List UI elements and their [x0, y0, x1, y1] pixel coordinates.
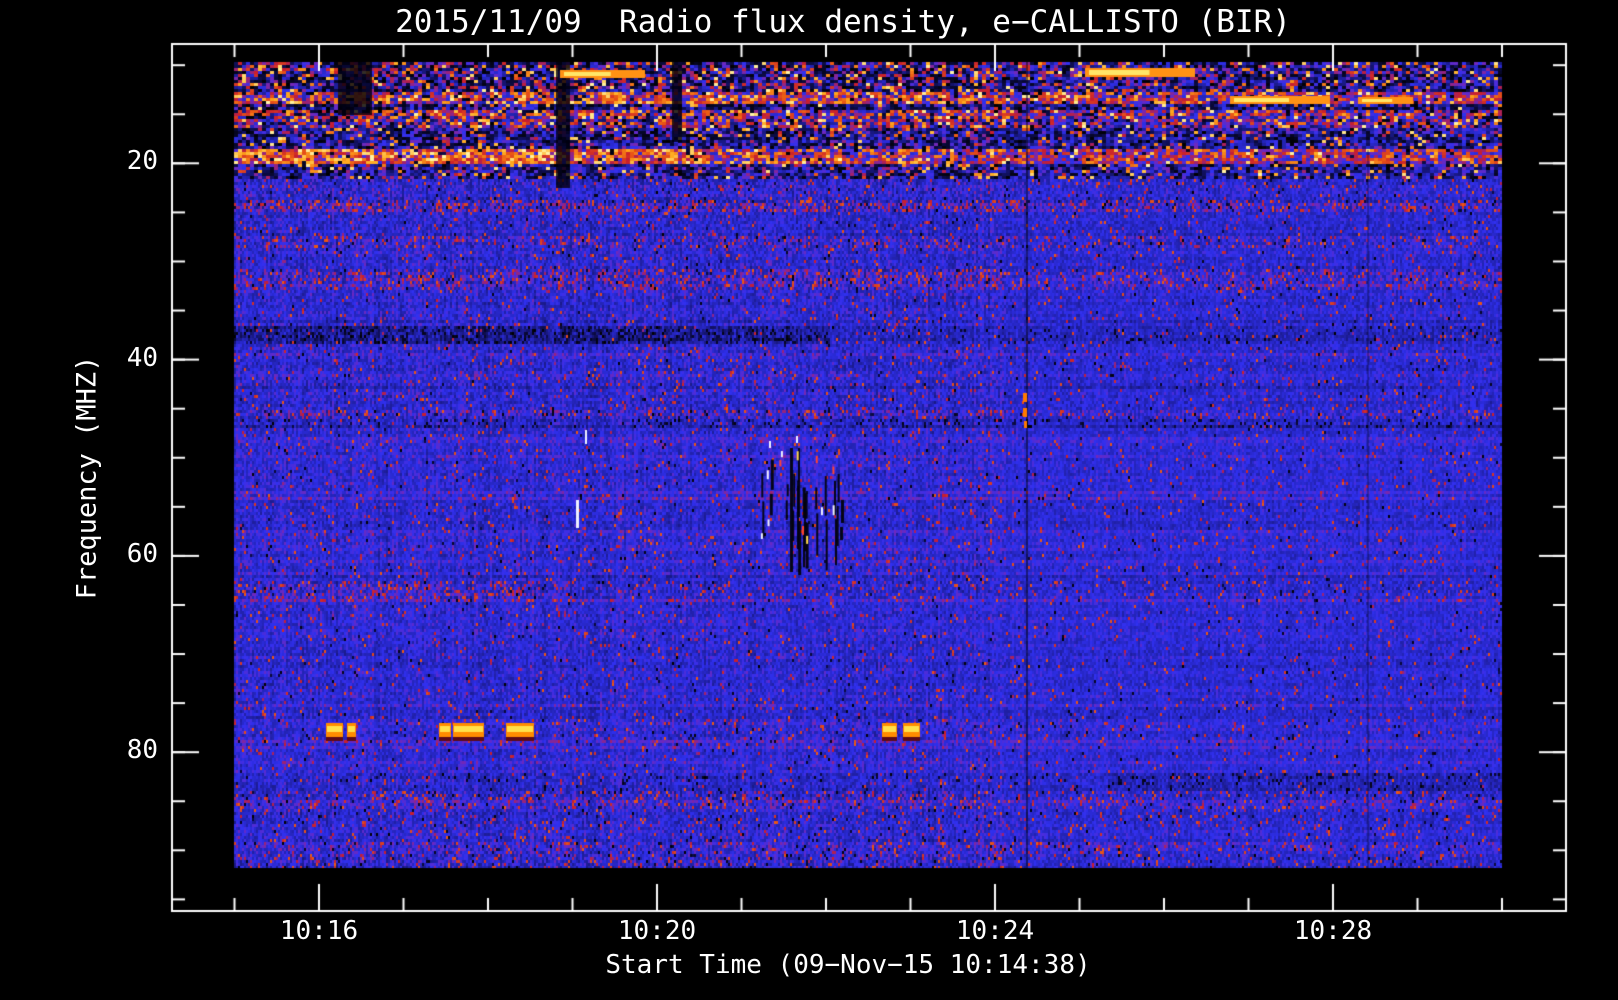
chart-title: 2015/11/09 Radio flux density, e−CALLIST… [395, 4, 1291, 40]
x-tick-label: 10:24 [955, 916, 1035, 946]
x-tick-label: 10:16 [279, 916, 359, 946]
callisto-spectrogram-page: 2015/11/09 Radio flux density, e−CALLIST… [0, 0, 1618, 1000]
y-tick-label: 20 [126, 146, 158, 177]
y-tick-label: 80 [126, 735, 158, 766]
y-tick-label: 60 [126, 538, 158, 569]
x-tick-label: 10:28 [1293, 916, 1373, 946]
spectrogram-canvas [0, 0, 1618, 1000]
x-axis-label: Start Time (09−Nov−15 10:14:38) [605, 950, 1091, 980]
x-tick-label: 10:20 [617, 916, 697, 946]
y-tick-label: 40 [126, 342, 158, 373]
